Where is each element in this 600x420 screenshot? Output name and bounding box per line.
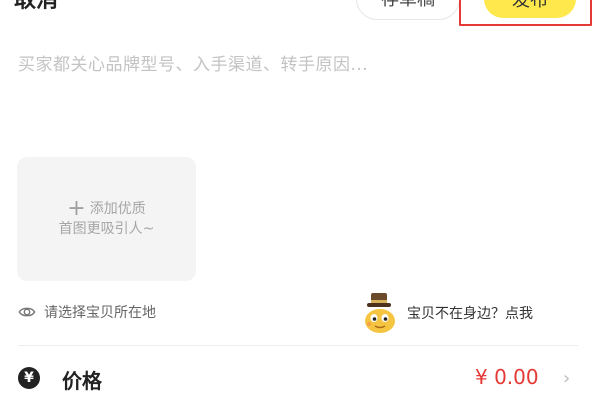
add-image-line2: 首图更吸引人~	[58, 221, 155, 237]
add-image-tile[interactable]: + 添加优质 首图更吸引人~	[17, 157, 196, 281]
add-image-line1: 添加优质	[89, 201, 146, 217]
location-selector[interactable]: 请选择宝贝所在地	[18, 302, 156, 322]
divider	[18, 345, 578, 346]
chevron-right-icon[interactable]: ›	[563, 368, 570, 389]
item-not-nearby-link[interactable]: 宝贝不在身边？点我	[407, 303, 533, 323]
description-input[interactable]: 买家都关心品牌型号、入手渠道、转手原因...	[18, 50, 368, 75]
yen-icon: ¥	[18, 367, 40, 389]
cancel-button[interactable]: 取消	[14, 0, 58, 12]
eye-icon	[18, 307, 36, 317]
mascot-icon[interactable]	[358, 291, 402, 335]
plus-icon: +	[67, 196, 86, 221]
save-draft-button[interactable]: 存草稿	[356, 0, 460, 20]
publish-highlight-box	[459, 0, 592, 26]
price-label: 价格	[62, 369, 102, 393]
price-value[interactable]: ¥ 0.00	[475, 365, 539, 389]
save-draft-label: 存草稿	[381, 0, 435, 11]
location-label: 请选择宝贝所在地	[44, 305, 156, 321]
